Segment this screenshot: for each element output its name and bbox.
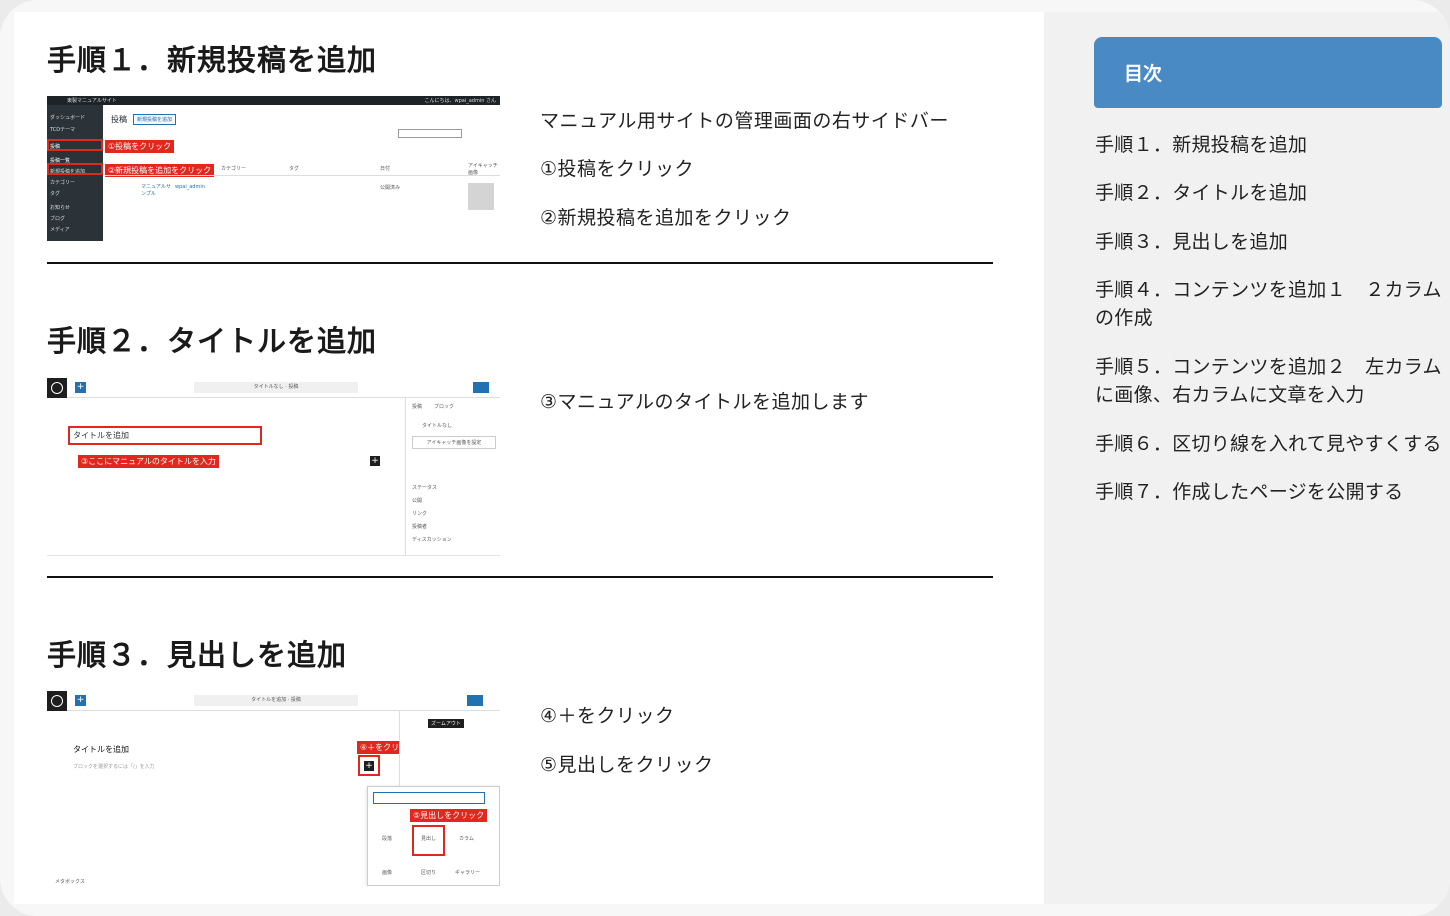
block-hint: ブロックを選択するには「/」を入力 — [73, 764, 155, 770]
callout-heading: ⑤見出しをクリック — [410, 809, 488, 822]
step2-screenshot: + タイトルなし · 投稿 タイトルを追加 ③ここにマニュアルのタイトルを入力 … — [47, 378, 500, 556]
block-separator: 区切り — [421, 870, 437, 876]
panel-publish: 公開 — [412, 498, 423, 504]
panel-author: 投稿者 — [412, 524, 428, 530]
editor-command-bar-2: タイトルを追加 · 投稿 — [194, 695, 358, 706]
panel-discussion: ディスカッション — [412, 537, 452, 543]
step3-screenshot: + タイトルを追加 · 投稿 タイトルを追加 ブロックを選択するには「/」を入力… — [47, 691, 500, 886]
inserter-search — [373, 792, 485, 804]
menu-blog: ブログ — [50, 216, 66, 222]
menu-news: お知らせ — [50, 205, 70, 211]
inserter-plus-icon: + — [75, 382, 86, 393]
step3-heading: 手順３．見出しを追加 — [47, 638, 348, 672]
wp-logo-icon — [47, 378, 67, 398]
step1-desc-2: ①投稿をクリック — [540, 158, 695, 180]
row-title: マニュアルサンプル — [141, 184, 171, 197]
editor-toolbar-2: + タイトルを追加 · 投稿 — [47, 691, 500, 711]
editor-command-bar: タイトルなし · 投稿 — [194, 382, 358, 393]
publish-button — [473, 382, 489, 393]
block-gallery: ギャラリー — [455, 870, 481, 876]
panel-tab-block: ブロック — [434, 404, 455, 410]
panel-status: ステータス — [412, 485, 438, 491]
row-thumbnail — [468, 183, 494, 210]
step2-desc-1: ③マニュアルのタイトルを追加します — [540, 391, 869, 413]
menu-tcd: TCDテーマ — [50, 127, 76, 133]
menu-media: メディア — [50, 227, 70, 233]
title-placeholder-2: タイトルを追加 — [73, 745, 129, 754]
toc-item-4[interactable]: 手順４．コンテンツを追加１ ２カラムの作成 — [1095, 276, 1445, 332]
new-post-button: 新規投稿を追加 — [133, 114, 177, 125]
toc-sidebar: 目次 手順１．新規投稿を追加 手順２．タイトルを追加 手順３．見出しを追加 手順… — [1044, 12, 1450, 904]
panel-tab-post: 投稿 — [412, 404, 423, 410]
toc-item-6[interactable]: 手順６．区切り線を入れて見やすくする — [1095, 430, 1445, 458]
posts-search-box — [398, 129, 462, 138]
step1-heading: 手順１．新規投稿を追加 — [47, 43, 378, 77]
step3-desc-2: ⑤見出しをクリック — [540, 754, 714, 776]
col-date: 日付 — [380, 166, 391, 172]
article-content: 手順１．新規投稿を追加 東製マニュアルサイト こんにちは、wpai_admin … — [14, 12, 1044, 904]
block-image: 画像 — [382, 870, 393, 876]
col-tag: タグ — [289, 166, 300, 172]
posts-highlight — [47, 139, 103, 151]
step1-desc-1: マニュアル用サイトの管理画面の右サイドバー — [540, 110, 949, 132]
toc-item-3[interactable]: 手順３．見出しを追加 — [1095, 228, 1445, 256]
page-frame: 手順１．新規投稿を追加 東製マニュアルサイト こんにちは、wpai_admin … — [0, 0, 1450, 916]
row-status: 公開済み — [380, 185, 401, 191]
metabox-label: メタボックス — [55, 879, 85, 885]
toc-item-7[interactable]: 手順７．作成したページを公開する — [1095, 478, 1445, 506]
zoom-tooltip: ズームアウト — [428, 719, 464, 728]
heading-highlight — [412, 825, 445, 856]
admin-bar-site: 東製マニュアルサイト — [67, 98, 122, 104]
col-category: カテゴリー — [221, 166, 247, 172]
callout-posts: ①投稿をクリック — [105, 140, 175, 153]
row-author: wpai_admin — [175, 184, 205, 190]
block-paragraph: 段落 — [382, 836, 393, 842]
title-placeholder: タイトルを追加 — [73, 431, 129, 440]
editor-toolbar: + タイトルなし · 投稿 — [47, 378, 500, 398]
block-plus-icon: + — [370, 456, 380, 466]
step2-heading: 手順２．タイトルを追加 — [47, 324, 378, 358]
posts-page-heading: 投稿 — [111, 115, 127, 124]
step1-screenshot: 東製マニュアルサイト こんにちは、wpai_admin さん ダッシュボード T… — [47, 96, 500, 241]
toc-item-1[interactable]: 手順１．新規投稿を追加 — [1095, 131, 1445, 159]
step1-desc-3: ②新規投稿を追加をクリック — [540, 207, 792, 229]
panel-link: リンク — [412, 511, 428, 517]
panel-untitled: タイトルなし — [422, 423, 453, 429]
menu-tag: タグ — [50, 191, 61, 197]
menu-dashboard: ダッシュボード — [50, 115, 86, 121]
publish-button-2 — [467, 695, 483, 706]
inserter-plus-icon-2: + — [75, 695, 86, 706]
step-divider-1 — [47, 262, 993, 264]
block-columns: カラム — [459, 836, 474, 842]
block-plus-icon-2: + — [364, 761, 374, 771]
toc-item-5[interactable]: 手順５．コンテンツを追加２ 左カラムに画像、右カラムに文章を入力 — [1095, 353, 1445, 409]
col-eyecatch: アイキャッチ画像 — [468, 163, 498, 176]
panel-featured-image: アイキャッチ画像を設定 — [412, 436, 496, 449]
admin-bar-user: こんにちは、wpai_admin さん — [424, 98, 496, 104]
wp-logo-icon-2 — [47, 691, 67, 711]
menu-category: カテゴリー — [50, 180, 76, 186]
settings-panel: 投稿 ブロック タイトルなし アイキャッチ画像を設定 ステータス 公開 リンク … — [405, 398, 500, 555]
toc-item-2[interactable]: 手順２．タイトルを追加 — [1095, 179, 1445, 207]
new-post-highlight — [47, 163, 103, 175]
callout-title: ③ここにマニュアルのタイトルを入力 — [78, 455, 219, 468]
step-divider-2 — [47, 576, 993, 578]
admin-bar: 東製マニュアルサイト こんにちは、wpai_admin さん — [47, 96, 500, 105]
step3-desc-1: ④＋をクリック — [540, 705, 675, 727]
toc-heading: 目次 — [1094, 37, 1442, 108]
